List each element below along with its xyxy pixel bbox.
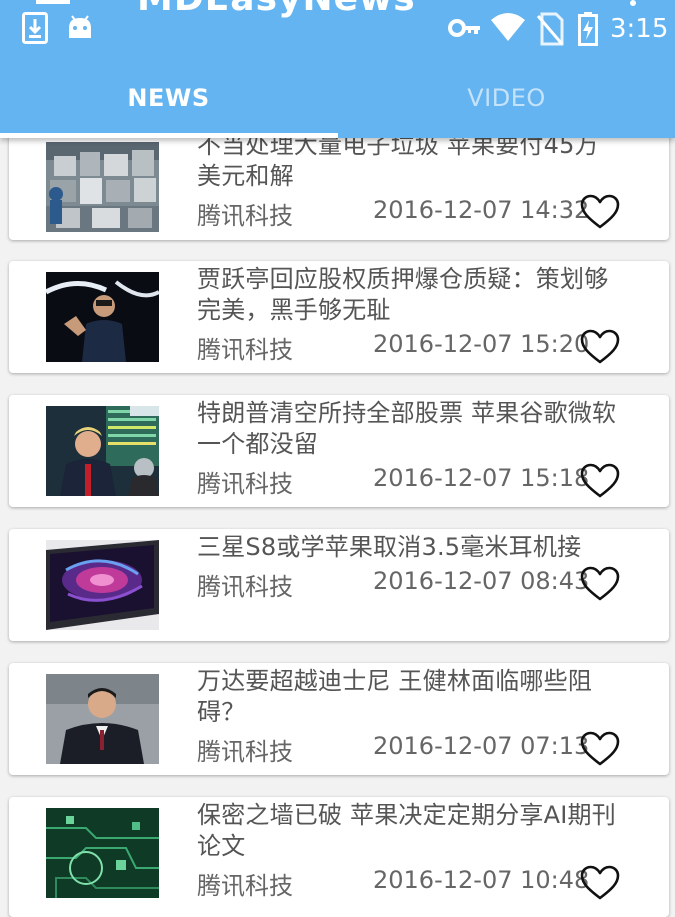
news-title: 贾跃亭回应股权质押爆仓质疑：策划够完美，黑手够无耻 bbox=[197, 265, 609, 324]
app-title: MDEasyNews bbox=[137, 0, 416, 19]
news-thumbnail bbox=[46, 674, 159, 764]
news-card[interactable]: 万达要超越迪士尼 王健林面临哪些阻碍？ 腾讯科技 2016-12-07 07:1… bbox=[9, 663, 669, 775]
android-icon bbox=[69, 15, 91, 38]
status-time: 3:15 bbox=[610, 14, 669, 44]
favorite-heart-icon[interactable] bbox=[580, 865, 620, 901]
news-source: 腾讯科技 bbox=[197, 738, 293, 766]
tab-news[interactable]: NEWS bbox=[0, 60, 337, 136]
news-date: 2016-12-07 14:32 bbox=[373, 196, 590, 224]
news-title: 不当处理大量电子垃圾 苹果要付45万美元和解 bbox=[197, 131, 599, 190]
tab-indicator bbox=[0, 133, 338, 138]
news-date: 2016-12-07 10:48 bbox=[373, 866, 590, 894]
news-source: 腾讯科技 bbox=[197, 470, 293, 498]
favorite-heart-icon[interactable] bbox=[580, 731, 620, 767]
overflow-menu-icon[interactable] bbox=[630, 0, 636, 6]
news-thumbnail bbox=[46, 272, 159, 362]
wifi-icon bbox=[491, 13, 525, 41]
news-source: 腾讯科技 bbox=[197, 872, 293, 900]
news-card[interactable]: 三星S8或学苹果取消3.5毫米耳机接 腾讯科技 2016-12-07 08:43 bbox=[9, 529, 669, 641]
news-thumbnail bbox=[46, 406, 159, 496]
news-source: 腾讯科技 bbox=[197, 336, 293, 364]
no-sim-icon bbox=[536, 12, 564, 46]
status-bar: MDEasyNews bbox=[0, 0, 675, 60]
key-icon bbox=[448, 19, 480, 37]
news-thumbnail bbox=[46, 142, 159, 232]
tab-video[interactable]: VIDEO bbox=[338, 60, 675, 136]
news-source: 腾讯科技 bbox=[197, 202, 293, 230]
news-title: 万达要超越迪士尼 王健林面临哪些阻碍？ bbox=[197, 667, 593, 726]
battery-charging-icon bbox=[578, 12, 598, 46]
news-card[interactable]: 贾跃亭回应股权质押爆仓质疑：策划够完美，黑手够无耻 腾讯科技 2016-12-0… bbox=[9, 261, 669, 373]
news-date: 2016-12-07 15:18 bbox=[373, 464, 590, 492]
menu-icon[interactable] bbox=[36, 0, 70, 4]
news-card[interactable]: 保密之墙已破 苹果决定定期分享AI期刊论文 腾讯科技 2016-12-07 10… bbox=[9, 797, 669, 917]
news-title: 三星S8或学苹果取消3.5毫米耳机接 bbox=[197, 533, 582, 561]
news-title: 特朗普清空所持全部股票 苹果谷歌微软一个都没留 bbox=[197, 399, 617, 458]
favorite-heart-icon[interactable] bbox=[580, 194, 620, 230]
favorite-heart-icon[interactable] bbox=[580, 463, 620, 499]
news-date: 2016-12-07 07:13 bbox=[373, 732, 590, 760]
favorite-heart-icon[interactable] bbox=[580, 566, 620, 602]
app-bar: MDEasyNews bbox=[0, 0, 675, 138]
download-icon bbox=[22, 12, 48, 44]
news-source: 腾讯科技 bbox=[197, 573, 293, 601]
news-card[interactable]: 特朗普清空所持全部股票 苹果谷歌微软一个都没留 腾讯科技 2016-12-07 … bbox=[9, 395, 669, 507]
news-date: 2016-12-07 08:43 bbox=[373, 567, 590, 595]
news-thumbnail bbox=[46, 540, 159, 630]
news-thumbnail bbox=[46, 808, 159, 898]
tab-bar: NEWS VIDEO bbox=[0, 60, 675, 136]
favorite-heart-icon[interactable] bbox=[580, 329, 620, 365]
news-date: 2016-12-07 15:20 bbox=[373, 330, 590, 358]
news-title: 保密之墙已破 苹果决定定期分享AI期刊论文 bbox=[197, 801, 616, 860]
